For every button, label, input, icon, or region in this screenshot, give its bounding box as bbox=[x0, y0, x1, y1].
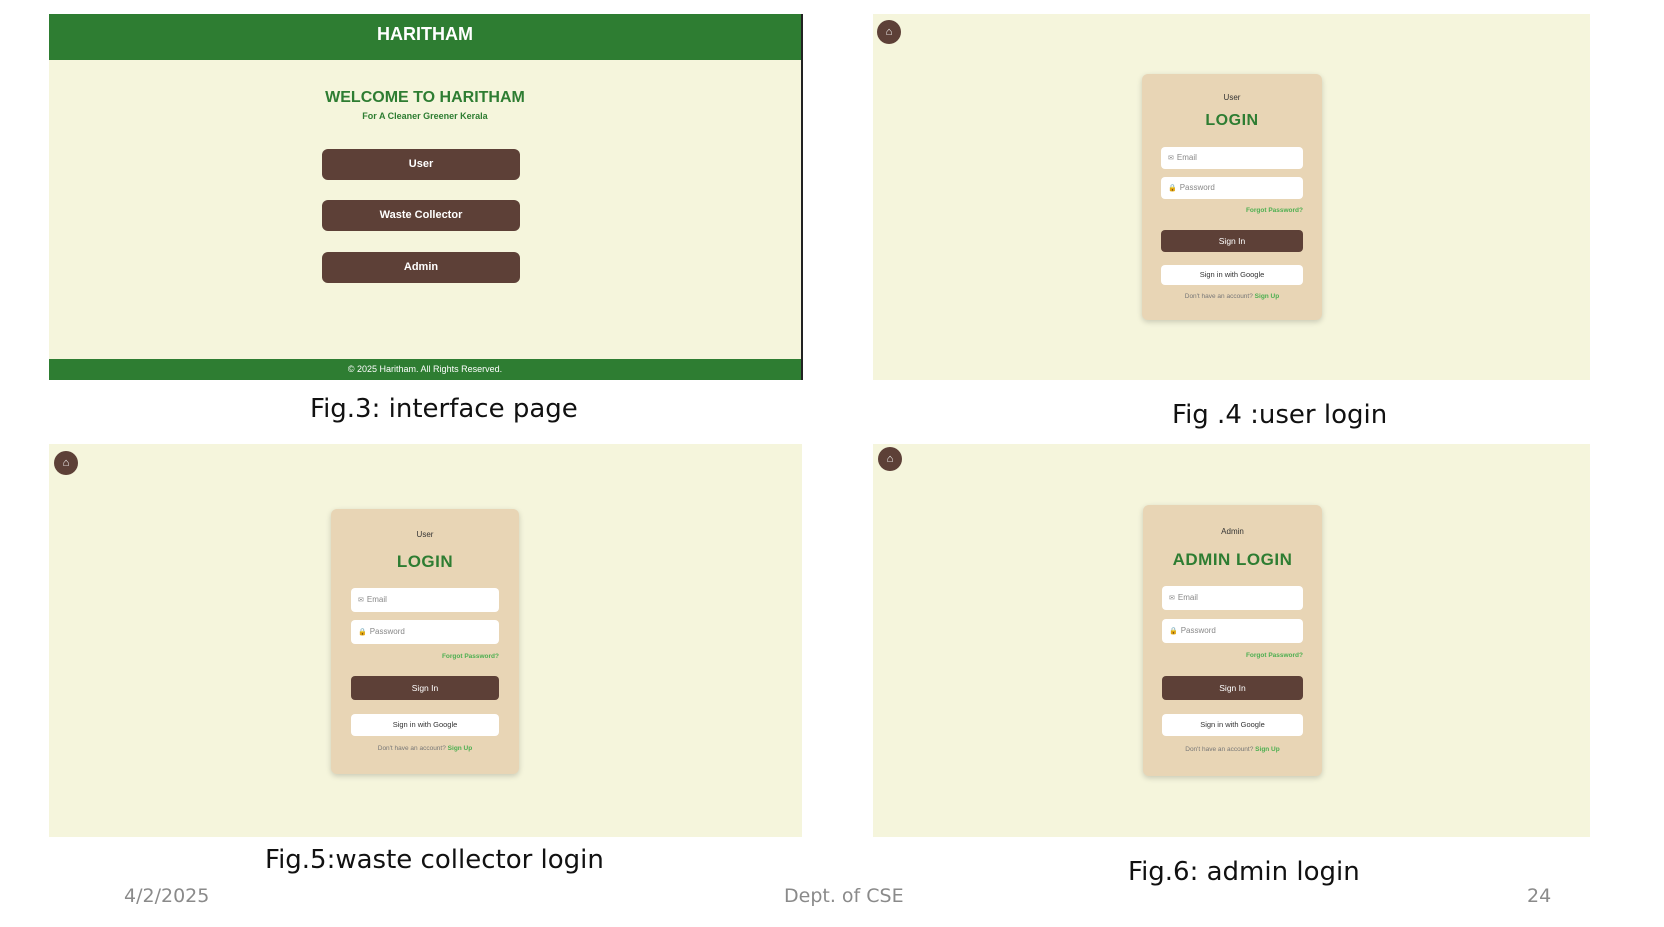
lock-icon: 🔒 bbox=[358, 629, 367, 636]
signup-prompt-text: Don't have an account? bbox=[1184, 293, 1253, 300]
forgot-password-link[interactable]: Forgot Password? bbox=[1162, 652, 1303, 659]
signup-prompt: Don't have an account? Sign Up bbox=[1142, 293, 1322, 300]
user-image: User bbox=[416, 530, 434, 539]
google-sign-in-button[interactable]: Sign in with Google bbox=[351, 714, 499, 736]
fig4-caption: Fig .4 :user login bbox=[1172, 400, 1388, 430]
login-card: Admin ADMIN LOGIN ✉ Email 🔒 Password Forgo… bbox=[1143, 505, 1322, 776]
email-icon: ✉ bbox=[1168, 155, 1174, 162]
password-placeholder: Password bbox=[1179, 183, 1215, 192]
email-placeholder: Email bbox=[1176, 153, 1197, 162]
lock-icon: 🔒 bbox=[1169, 628, 1178, 635]
login-title: LOGIN bbox=[1205, 112, 1259, 129]
google-sign-in-button[interactable]: Sign in with Google bbox=[1161, 265, 1303, 285]
slide-department: Dept. of CSE bbox=[784, 885, 904, 907]
slide-date: 4/2/2025 bbox=[124, 885, 210, 907]
tagline: For A Cleaner Greener Kerala bbox=[362, 111, 488, 121]
password-placeholder: Password bbox=[369, 627, 405, 636]
waste-collector-login-screenshot: ⌂ User LOGIN ✉ Email 🔒 Password Forgot Pas… bbox=[49, 444, 802, 837]
password-field[interactable]: 🔒 Password bbox=[1162, 619, 1303, 643]
fig3-caption: Fig.3: interface page bbox=[310, 394, 578, 424]
forgot-password-link[interactable]: Forgot Password? bbox=[351, 653, 499, 660]
signup-prompt: Don't have an account? Sign Up bbox=[331, 745, 519, 752]
login-card: User LOGIN ✉ Email 🔒 Password Forgot Passw… bbox=[1142, 74, 1322, 320]
admin-login-screenshot: ⌂ Admin ADMIN LOGIN ✉ Email 🔒 Password For… bbox=[873, 444, 1590, 837]
sign-up-link[interactable]: Sign Up bbox=[1255, 746, 1280, 753]
google-sign-in-button[interactable]: Sign in with Google bbox=[1162, 714, 1303, 736]
signup-prompt: Don't have an account? Sign Up bbox=[1143, 746, 1322, 753]
lock-icon: 🔒 bbox=[1168, 185, 1177, 192]
sign-up-link[interactable]: Sign Up bbox=[448, 745, 473, 752]
password-field[interactable]: 🔒 Password bbox=[351, 620, 499, 644]
email-icon: ✉ bbox=[1169, 595, 1175, 602]
password-placeholder: Password bbox=[1180, 626, 1216, 635]
email-icon: ✉ bbox=[358, 597, 364, 604]
sign-up-link[interactable]: Sign Up bbox=[1255, 293, 1280, 300]
email-placeholder: Email bbox=[1177, 593, 1198, 602]
admin-button[interactable]: Admin bbox=[322, 252, 520, 283]
password-field[interactable]: 🔒 Password bbox=[1161, 177, 1303, 199]
sign-in-button[interactable]: Sign In bbox=[1162, 676, 1303, 700]
login-card: User LOGIN ✉ Email 🔒 Password Forgot Passw… bbox=[331, 509, 519, 774]
email-field[interactable]: ✉ Email bbox=[1162, 586, 1303, 610]
interface-page-screenshot: HARITHAM WELCOME TO HARITHAM For A Clean… bbox=[49, 14, 803, 380]
login-title: LOGIN bbox=[396, 552, 454, 571]
waste-collector-button[interactable]: Waste Collector bbox=[322, 200, 520, 231]
signup-prompt-text: Don't have an account? bbox=[377, 745, 446, 752]
home-icon[interactable]: ⌂ bbox=[877, 20, 901, 44]
sign-in-button[interactable]: Sign In bbox=[351, 676, 499, 700]
sign-in-button[interactable]: Sign In bbox=[1161, 230, 1303, 252]
copyright-text: © 2025 Haritham. All Rights Reserved. bbox=[347, 364, 503, 374]
slide-page-number: 24 bbox=[1527, 885, 1552, 907]
user-image: User bbox=[1223, 93, 1241, 102]
user-login-screenshot: ⌂ User LOGIN ✉ Email 🔒 Password Forgot Pas… bbox=[873, 14, 1590, 380]
app-header: HARITHAM bbox=[49, 14, 801, 60]
home-icon[interactable]: ⌂ bbox=[54, 451, 78, 475]
admin-image: Admin bbox=[1221, 527, 1244, 536]
email-placeholder: Email bbox=[366, 595, 387, 604]
forgot-password-link[interactable]: Forgot Password? bbox=[1161, 207, 1303, 214]
fig5-caption: Fig.5:waste collector login bbox=[265, 845, 604, 875]
fig6-caption: Fig.6: admin login bbox=[1128, 857, 1360, 887]
user-button[interactable]: User bbox=[322, 149, 520, 180]
home-icon[interactable]: ⌂ bbox=[878, 447, 902, 471]
signup-prompt-text: Don't have an account? bbox=[1185, 746, 1254, 753]
email-field[interactable]: ✉ Email bbox=[1161, 147, 1303, 169]
app-title: HARITHAM bbox=[377, 24, 473, 44]
app-footer: © 2025 Haritham. All Rights Reserved. bbox=[49, 359, 801, 380]
admin-login-title: ADMIN LOGIN bbox=[1172, 550, 1293, 569]
welcome-heading: WELCOME TO HARITHAM bbox=[325, 89, 525, 106]
email-field[interactable]: ✉ Email bbox=[351, 588, 499, 612]
